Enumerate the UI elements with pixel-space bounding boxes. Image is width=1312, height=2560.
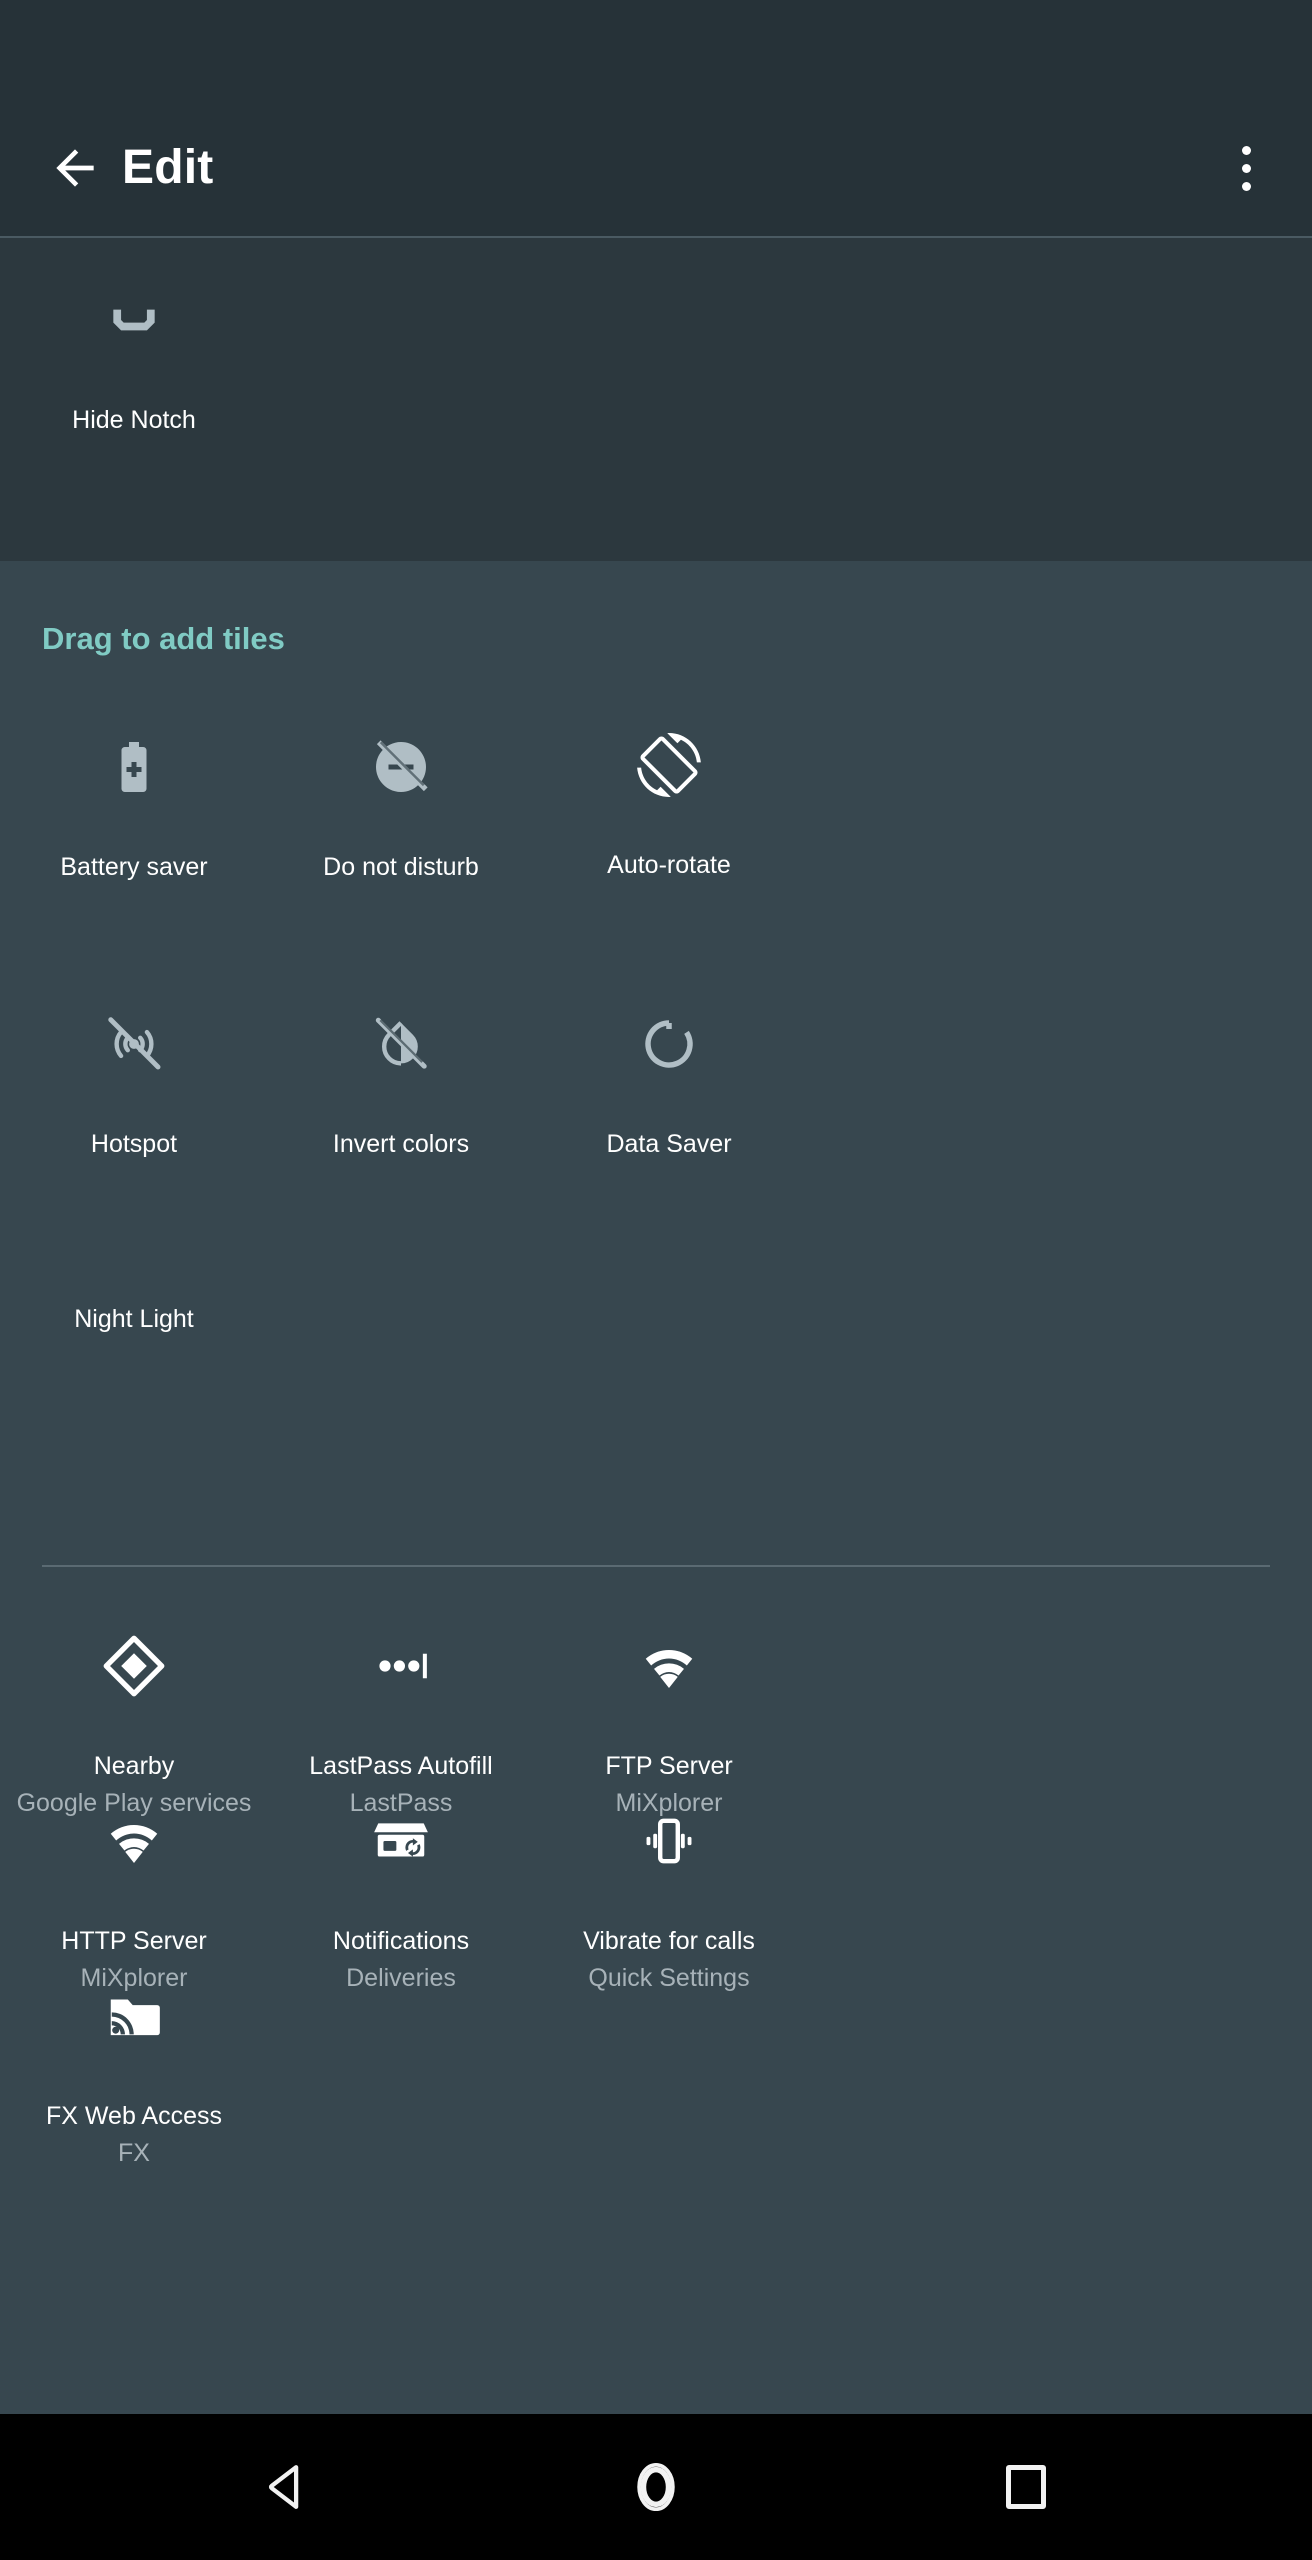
- data-saver-icon: [639, 1002, 699, 1086]
- folder-broadcast-icon: [103, 1974, 165, 2058]
- more-vertical-icon: [1241, 181, 1251, 191]
- tile-label: Vibrate for calls: [583, 1927, 755, 1955]
- tile-auto-rotate[interactable]: Auto-rotate: [519, 723, 819, 880]
- battery-plus-icon: [104, 725, 164, 809]
- wifi-icon: [638, 1624, 700, 1708]
- section-divider: [42, 1565, 1270, 1567]
- hotspot-off-icon: [103, 1002, 165, 1086]
- nav-back-button[interactable]: [196, 2414, 376, 2560]
- tile-sublabel: Quick Settings: [588, 1964, 750, 1992]
- tile-label: Hotspot: [90, 1130, 178, 1158]
- nav-back-icon: [268, 2465, 299, 2509]
- nav-recents-button[interactable]: [936, 2414, 1116, 2560]
- tile-label: HTTP Server: [61, 1927, 207, 1955]
- screen-rotation-icon: [637, 723, 701, 807]
- app-bar: Edit: [0, 0, 1312, 237]
- tile-do-not-disturb[interactable]: Do not disturb: [251, 725, 551, 882]
- nav-home-icon: [637, 2462, 675, 2512]
- tile-label: Data Saver: [606, 1130, 732, 1158]
- tile-label: Night Light: [74, 1305, 194, 1333]
- tile-hide-notch[interactable]: Hide Notch: [0, 280, 268, 435]
- invert-colors-off-icon: [370, 1002, 432, 1086]
- autofill-dots-icon: [369, 1624, 433, 1708]
- nav-recents-icon: [1006, 2465, 1046, 2509]
- tile-battery-saver[interactable]: Battery saver: [0, 725, 284, 882]
- tile-nearby[interactable]: Nearby Google Play services: [0, 1624, 284, 1818]
- tile-sublabel: FX: [118, 2139, 150, 2167]
- tile-lastpass-autofill[interactable]: LastPass Autofill LastPass: [251, 1624, 551, 1818]
- tile-label: Battery saver: [60, 853, 208, 881]
- tile-http-server[interactable]: HTTP Server MiXplorer: [0, 1799, 284, 1993]
- more-vertical-icon: [1241, 145, 1251, 155]
- nearby-diamond-icon: [102, 1624, 166, 1708]
- arrow-left-icon: [56, 149, 94, 187]
- tile-fx-web-access[interactable]: FX Web Access FX: [0, 1974, 284, 2168]
- tile-label: FX Web Access: [46, 2102, 222, 2130]
- tile-label: FTP Server: [605, 1752, 733, 1780]
- system-navigation-bar: [0, 2414, 1312, 2560]
- do-not-disturb-icon: [371, 725, 431, 809]
- current-tiles-panel: Hide Notch: [0, 238, 1312, 561]
- tile-label: Do not disturb: [323, 853, 479, 881]
- add-tiles-header: Drag to add tiles: [42, 621, 285, 656]
- tile-data-saver[interactable]: Data Saver: [519, 1002, 819, 1159]
- add-tiles-section: Drag to add tiles Battery saver Do not d…: [0, 561, 1312, 2374]
- tile-vibrate-for-calls[interactable]: Vibrate for calls Quick Settings: [519, 1799, 819, 1993]
- tile-label: Invert colors: [332, 1130, 470, 1158]
- tile-label: LastPass Autofill: [309, 1752, 493, 1780]
- page-title: Edit: [122, 141, 214, 194]
- package-sync-icon: [370, 1799, 432, 1883]
- tile-night-light[interactable]: Night Light: [0, 1177, 284, 1334]
- wifi-icon: [103, 1799, 165, 1883]
- tile-ftp-server[interactable]: FTP Server MiXplorer: [519, 1624, 819, 1818]
- tile-invert-colors[interactable]: Invert colors: [251, 1002, 551, 1159]
- vibration-icon: [638, 1799, 700, 1883]
- quick-settings-edit-screen: Edit Hide Notch Drag to add tiles Batter…: [0, 0, 1312, 2560]
- nav-home-button[interactable]: [566, 2414, 746, 2560]
- tile-label: Notifications: [332, 1927, 470, 1955]
- more-vertical-icon: [1241, 163, 1251, 173]
- tile-label: Auto-rotate: [607, 851, 731, 879]
- tile-notifications[interactable]: Notifications Deliveries: [251, 1799, 551, 1993]
- tile-sublabel: Deliveries: [346, 1964, 456, 1992]
- moon-icon: [104, 1177, 164, 1261]
- tile-label: Nearby: [93, 1752, 175, 1780]
- tile-label: Hide Notch: [72, 406, 196, 434]
- notch-icon: [103, 280, 165, 360]
- back-button[interactable]: [30, 123, 120, 213]
- tile-hotspot[interactable]: Hotspot: [0, 1002, 284, 1159]
- overflow-menu-button[interactable]: [1204, 126, 1288, 210]
